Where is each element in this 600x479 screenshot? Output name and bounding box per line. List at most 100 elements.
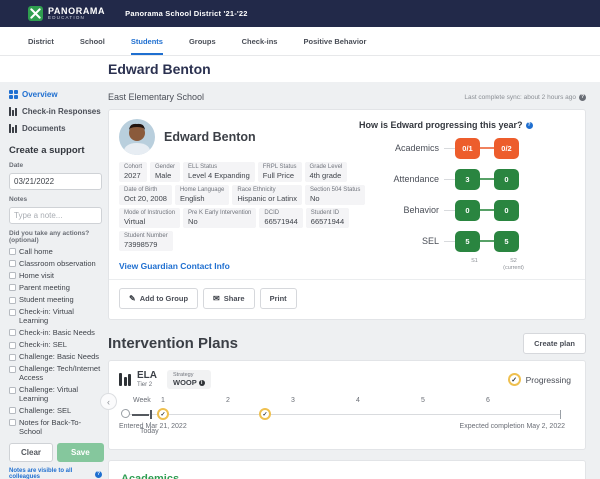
checkbox-student-meeting[interactable]: Student meeting: [9, 296, 102, 305]
milestone-check-icon[interactable]: ✓: [157, 408, 169, 420]
field-gender: GenderMale: [150, 162, 180, 182]
field-cohort: Cohort2027: [119, 162, 147, 182]
book-icon: [119, 373, 132, 386]
brand-subtitle: EDUCATION: [48, 16, 105, 21]
today-label: Today: [140, 428, 159, 435]
score-badge: 0/1: [455, 138, 480, 159]
sidebar-item-check-in-responses[interactable]: Check-in Responses: [9, 107, 102, 116]
plan-tier: Tier 2: [137, 382, 157, 388]
checkbox-home-visit[interactable]: Home visit: [9, 272, 102, 281]
checkbox-check-in-sel[interactable]: Check-in: SEL: [9, 341, 102, 350]
sidebar-item-overview[interactable]: Overview: [9, 90, 102, 99]
score-badge: 5: [494, 231, 519, 252]
sync-status: Last complete sync: about 2 hours ago ?: [464, 94, 586, 101]
notes-visibility-note: Notes are visible to all colleagues ?: [9, 468, 102, 479]
info-icon[interactable]: i: [199, 380, 205, 386]
checkbox-icon: [9, 248, 16, 255]
checkbox-call-home[interactable]: Call home: [9, 248, 102, 257]
score-badge: 5: [455, 231, 480, 252]
tab-positive-behavior[interactable]: Positive Behavior: [303, 27, 366, 55]
plan-timeline: Week 1 2 3 4 5 6 ✓ ✓ Entered Mar 21, 202…: [119, 397, 575, 441]
main-panel: East Elementary School Last complete syn…: [108, 90, 586, 479]
sidebar: Overview Check-in Responses Documents Cr…: [6, 90, 102, 479]
notes-input[interactable]: [9, 207, 102, 224]
academics-heading: Academics: [121, 473, 573, 479]
bar-chart-icon: [9, 124, 18, 133]
intervention-plan-card[interactable]: ELA Tier 2 Strategy WOOP i ✓ Progressing…: [108, 360, 586, 450]
checkbox-challenge-virtual-learning[interactable]: Challenge: Virtual Learning: [9, 386, 102, 403]
progress-row-academics: Academics 0/1 0/2: [359, 135, 575, 161]
score-badge: 0: [494, 169, 519, 190]
checkbox-icon: [9, 260, 16, 267]
checkbox-icon: [9, 366, 16, 373]
district-name: Panorama School District '21-'22: [125, 9, 248, 18]
today-tick: [150, 410, 152, 419]
field-pre-k-early-intervention: Pre K Early InterventionNo: [183, 208, 256, 228]
create-plan-button[interactable]: Create plan: [523, 333, 586, 354]
checkbox-icon: [9, 297, 16, 304]
plan-subject: ELA: [137, 371, 157, 381]
field-date-of-birth: Date of BirthOct 20, 2008: [119, 185, 172, 205]
add-to-group-button[interactable]: ✎ Add to Group: [119, 288, 198, 309]
week-label: Week: [133, 397, 151, 404]
bar-chart-icon: [9, 107, 18, 116]
field-mode-of-instruction: Mode of InstructionVirtual: [119, 208, 180, 228]
actions-question-label: Did you take any actions? (optional): [9, 230, 102, 244]
strategy-badge: Strategy WOOP i: [167, 370, 211, 389]
save-button[interactable]: Save: [57, 443, 104, 462]
checkbox-icon: [9, 284, 16, 291]
grid-icon: [9, 90, 18, 99]
checkbox-notes-back-to-school[interactable]: Notes for Back-To-School: [9, 419, 102, 436]
title-band: Edward Benton: [0, 56, 600, 82]
student-name: Edward Benton: [164, 130, 256, 144]
milestone-check-icon[interactable]: ✓: [259, 408, 271, 420]
field-race-ethnicity: Race EthnicityHispanic or Latinx: [232, 185, 302, 205]
page-title: Edward Benton: [108, 61, 211, 77]
timeline-end-marker: [560, 410, 561, 419]
field-dcid: DCID66571944: [259, 208, 302, 228]
field-student-number: Student Number73998579: [119, 231, 173, 251]
progress-row-sel: SEL 5 5: [359, 228, 575, 254]
plan-status: ✓ Progressing: [508, 373, 571, 386]
score-badge: 0: [494, 200, 519, 221]
sidebar-item-documents[interactable]: Documents: [9, 124, 102, 133]
tab-school[interactable]: School: [80, 27, 105, 55]
date-input[interactable]: [9, 173, 102, 190]
school-name: East Elementary School: [108, 92, 204, 102]
info-icon[interactable]: ?: [95, 471, 102, 478]
share-button[interactable]: ✉ Share: [203, 288, 255, 309]
info-icon[interactable]: ?: [526, 122, 533, 129]
print-button[interactable]: Print: [260, 288, 297, 309]
checkbox-challenge-basic-needs[interactable]: Challenge: Basic Needs: [9, 353, 102, 362]
checkbox-challenge-tech-internet-access[interactable]: Challenge: Tech/Internet Access: [9, 365, 102, 382]
check-icon: ✓: [508, 373, 521, 386]
tab-students[interactable]: Students: [131, 27, 163, 55]
notes-label: Notes: [9, 196, 102, 203]
checkbox-parent-meeting[interactable]: Parent meeting: [9, 284, 102, 293]
previous-plan-button[interactable]: ‹: [100, 393, 117, 410]
tab-check-ins[interactable]: Check-ins: [242, 27, 278, 55]
checkbox-check-in-virtual-learning[interactable]: Check-in: Virtual Learning: [9, 308, 102, 325]
score-badge: 3: [455, 169, 480, 190]
progress-row-behavior: Behavior 0 0: [359, 197, 575, 223]
guardian-contact-link[interactable]: View Guardian Contact Info: [119, 261, 230, 271]
checkbox-challenge-sel[interactable]: Challenge: SEL: [9, 407, 102, 416]
tab-district[interactable]: District: [28, 27, 54, 55]
checkbox-icon: [9, 309, 16, 316]
progress-row-attendance: Attendance 3 0: [359, 166, 575, 192]
sidebar-item-label: Overview: [22, 90, 58, 99]
info-icon[interactable]: ?: [579, 94, 586, 101]
student-info-fields: Cohort2027 GenderMale ELL StatusLevel 4 …: [119, 162, 377, 251]
tab-groups[interactable]: Groups: [189, 27, 216, 55]
primary-nav: District School Students Groups Check-in…: [0, 27, 600, 56]
checkbox-classroom-observation[interactable]: Classroom observation: [9, 260, 102, 269]
checkbox-icon: [9, 387, 16, 394]
checkbox-check-in-basic-needs[interactable]: Check-in: Basic Needs: [9, 329, 102, 338]
clear-button[interactable]: Clear: [9, 443, 53, 462]
checkbox-icon: [9, 342, 16, 349]
app-header: PANORAMA EDUCATION Panorama School Distr…: [0, 0, 600, 27]
checkbox-icon: [9, 272, 16, 279]
progress-column-labels: S1 S2(current): [359, 258, 575, 272]
student-avatar: [119, 119, 155, 155]
pencil-icon: ✎: [129, 295, 136, 303]
